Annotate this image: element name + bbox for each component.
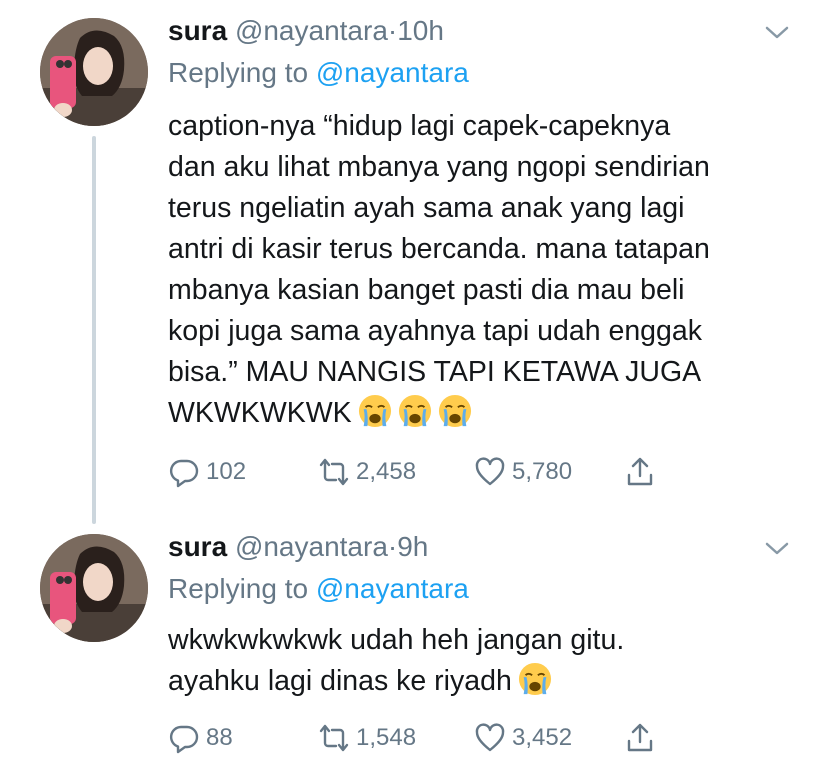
replying-to-label: Replying to: [168, 57, 309, 88]
share-button[interactable]: [624, 454, 662, 490]
reply-icon: [169, 459, 199, 488]
like-button[interactable]: 5,780: [474, 454, 572, 490]
tweet-text-line: terus ngeliatin ayah sama anak yang lagi: [168, 192, 685, 224]
tweet-text-line-with-emoji: WKWKWKWK: [168, 393, 798, 434]
loudly-crying-face-emoji: [438, 394, 472, 428]
tweet-text-line: caption-nya “hidup lagi capek-capeknya: [168, 110, 671, 142]
separator-dot: ·: [387, 531, 398, 562]
replying-to: Replying to @nayantara: [168, 56, 469, 90]
mention-link[interactable]: @nayantara: [316, 573, 469, 604]
share-icon: [627, 457, 653, 486]
tweet-text-line: kopi juga sama ayahnya tapi udah enggak: [168, 315, 702, 347]
thread-connector-line: [92, 136, 96, 524]
tweet-text-line-with-emoji: ayahku lagi dinas ke riyadh: [168, 661, 798, 702]
retweet-count: 1,548: [356, 724, 417, 751]
like-button[interactable]: 3,452: [474, 720, 572, 756]
display-name[interactable]: sura: [168, 15, 227, 46]
like-count: 3,452: [512, 724, 573, 751]
reply-count: 102: [206, 458, 247, 485]
tweet-text: caption-nya “hidup lagi capek-capeknya d…: [168, 106, 798, 434]
like-icon: [475, 723, 505, 752]
retweet-icon: [319, 724, 349, 752]
loudly-crying-face-emoji: [358, 394, 392, 428]
loudly-crying-face-emoji: [518, 662, 552, 696]
display-name[interactable]: sura: [168, 531, 227, 562]
avatar[interactable]: [40, 534, 148, 642]
reply-button[interactable]: 88: [168, 720, 233, 756]
tweet-text: wkwkwkwkwk udah heh jangan gitu. ayahku …: [168, 620, 798, 702]
chevron-down-icon[interactable]: [764, 538, 790, 558]
tweet-text-line: dan aku lihat mbanya yang ngopi sendiria…: [168, 151, 710, 183]
separator-dot: ·: [387, 15, 398, 46]
reply-button[interactable]: 102: [168, 454, 246, 490]
user-handle[interactable]: @nayantara: [235, 15, 388, 46]
timestamp[interactable]: 10h: [397, 15, 444, 46]
mention-link[interactable]: @nayantara: [316, 57, 469, 88]
tweet-text-line: WKWKWKWK: [168, 397, 352, 429]
reply-count: 88: [206, 724, 233, 751]
avatar[interactable]: [40, 18, 148, 126]
tweet-actions: 88 1,548 3,452: [168, 720, 668, 756]
retweet-count: 2,458: [356, 458, 417, 485]
loudly-crying-face-emoji: [398, 394, 432, 428]
replying-to: Replying to @nayantara: [168, 572, 469, 606]
tweet-text-line: ayahku lagi dinas ke riyadh: [168, 665, 512, 697]
retweet-button[interactable]: 2,458: [318, 454, 416, 490]
tweet-text-line: antri di kasir terus bercanda. mana tata…: [168, 233, 710, 265]
chevron-down-icon[interactable]: [764, 22, 790, 42]
share-icon: [627, 723, 653, 752]
reply-icon: [169, 725, 199, 754]
tweet-header: sura @nayantara·10h: [168, 14, 444, 48]
user-handle[interactable]: @nayantara: [235, 531, 388, 562]
timestamp[interactable]: 9h: [397, 531, 428, 562]
tweet-text-line: bisa.” MAU NANGIS TAPI KETAWA JUGA: [168, 356, 702, 388]
retweet-button[interactable]: 1,548: [318, 720, 416, 756]
replying-to-label: Replying to: [168, 573, 309, 604]
tweet-text-line: mbanya kasian banget pasti dia mau beli: [168, 274, 685, 306]
like-count: 5,780: [512, 458, 573, 485]
tweet-text-line: wkwkwkwkwk udah heh jangan gitu.: [168, 624, 625, 656]
share-button[interactable]: [624, 720, 662, 756]
tweet-actions: 102 2,458 5,780: [168, 454, 668, 490]
retweet-icon: [319, 458, 349, 486]
tweet-header: sura @nayantara·9h: [168, 530, 428, 564]
like-icon: [475, 457, 505, 486]
